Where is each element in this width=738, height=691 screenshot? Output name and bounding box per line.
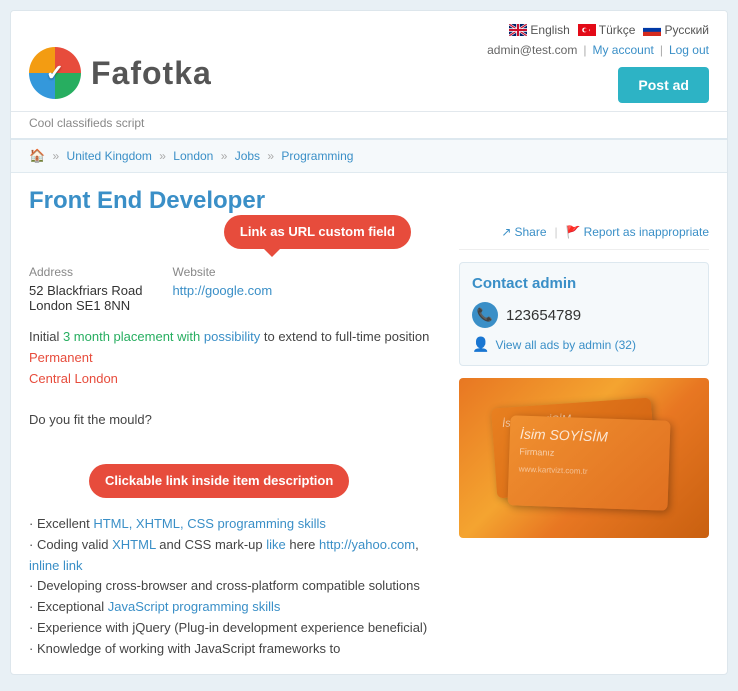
address-line1: 52 Blackfriars Road xyxy=(29,283,142,298)
website-link[interactable]: http://google.com xyxy=(172,283,272,298)
lang-turkish[interactable]: Türkçe xyxy=(578,23,636,37)
right-column: ↗ Share | 🚩 Report as inappropriate Cont… xyxy=(459,225,709,660)
website-label: Website xyxy=(172,265,272,279)
language-bar: English Türkçe xyxy=(509,23,709,37)
person-icon: 👤 xyxy=(472,336,489,353)
inline-link[interactable]: inline link xyxy=(29,558,82,573)
desc-skills2: · Coding valid XHTML and CSS mark-up lik… xyxy=(29,535,441,577)
home-icon[interactable]: 🏠 xyxy=(29,148,45,163)
bc-programming[interactable]: Programming xyxy=(281,149,353,163)
xhtml-link[interactable]: XHTML xyxy=(112,537,156,552)
desc-skills3: · Developing cross-browser and cross-pla… xyxy=(29,576,441,597)
clickable-link-bubble: Clickable link inside item description xyxy=(89,464,349,498)
tagline: Cool classifieds script xyxy=(11,112,727,140)
sep2: | xyxy=(660,43,663,57)
contact-phone: 📞 123654789 xyxy=(472,302,696,328)
header: English Türkçe xyxy=(11,11,727,112)
share-link[interactable]: ↗ Share xyxy=(501,225,546,239)
bc-london[interactable]: London xyxy=(173,149,213,163)
bc-uk[interactable]: United Kingdom xyxy=(67,149,152,163)
flag-uk-icon xyxy=(509,24,527,36)
my-account-link[interactable]: My account xyxy=(592,43,653,57)
lang-turkish-label: Türkçe xyxy=(599,23,636,37)
main-card: English Türkçe xyxy=(10,10,728,675)
card-image-area: İsim SOYİSİM İsim SOYİSİM Firmanız www.k… xyxy=(484,393,684,523)
address-line2: London SE1 8NN xyxy=(29,298,130,313)
card-front-text: İsim SOYİSİM Firmanız www.kartvizt.com.t… xyxy=(508,415,670,489)
desc-line3: Central London xyxy=(29,369,441,390)
two-col-layout: Link as URL custom field Address 52 Blac… xyxy=(29,225,709,660)
address-label: Address xyxy=(29,265,142,279)
contact-title: Contact admin xyxy=(472,275,696,292)
address-value: 52 Blackfriars Road London SE1 8NN xyxy=(29,283,142,313)
listing-image: İsim SOYİSİM İsim SOYİSİM Firmanız www.k… xyxy=(459,378,709,538)
action-bar: ↗ Share | 🚩 Report as inappropriate xyxy=(459,225,709,250)
desc-line1: Initial 3 month placement with possibili… xyxy=(29,327,441,348)
desc-skills1: · Excellent HTML, XHTML, CSS programming… xyxy=(29,514,441,535)
page-wrapper: English Türkçe xyxy=(0,0,738,685)
card-front: İsim SOYİSİM Firmanız www.kartvizt.com.t… xyxy=(507,415,670,511)
header-middle: Fafotka admin@test.com | My account | Lo… xyxy=(29,43,709,103)
header-right: admin@test.com | My account | Log out Po… xyxy=(487,43,709,103)
description: Initial 3 month placement with possibili… xyxy=(29,327,441,660)
contact-box: Contact admin 📞 123654789 👤 View all ads… xyxy=(459,262,709,366)
website-field: Website http://google.com xyxy=(172,265,272,313)
view-ads-link[interactable]: 👤 View all ads by admin (32) xyxy=(472,336,696,353)
header-top: English Türkçe xyxy=(29,23,709,37)
bc-sep: » xyxy=(53,149,63,163)
desc-line2: Permanent xyxy=(29,348,441,369)
listing-title: Front End Developer xyxy=(29,187,709,215)
logout-link[interactable]: Log out xyxy=(669,43,709,57)
phone-number: 123654789 xyxy=(506,307,581,324)
fields-row: Address 52 Blackfriars Road London SE1 8… xyxy=(29,265,441,313)
address-field: Address 52 Blackfriars Road London SE1 8… xyxy=(29,265,142,313)
report-link[interactable]: 🚩 Report as inappropriate xyxy=(566,225,709,239)
view-ads-label: View all ads by admin (32) xyxy=(495,338,636,352)
lang-english-label: English xyxy=(530,23,569,37)
post-ad-button[interactable]: Post ad xyxy=(618,67,709,103)
breadcrumb: 🏠 » United Kingdom » London » Jobs » Pro… xyxy=(11,140,727,173)
desc-skills4: · Exceptional JavaScript programming ski… xyxy=(29,597,441,618)
user-email: admin@test.com xyxy=(487,43,577,57)
logo-area: Fafotka xyxy=(29,47,212,99)
lang-english[interactable]: English xyxy=(509,23,569,37)
left-column: Link as URL custom field Address 52 Blac… xyxy=(29,225,441,660)
desc-skills6: · Knowledge of working with JavaScript f… xyxy=(29,639,441,660)
sep1: | xyxy=(583,43,586,57)
lang-russian[interactable]: Русский xyxy=(643,23,709,37)
user-bar: admin@test.com | My account | Log out xyxy=(487,43,709,57)
phone-icon: 📞 xyxy=(472,302,498,328)
action-sep: | xyxy=(555,225,558,239)
share-label: Share xyxy=(514,225,546,239)
clickable-bubble-wrapper: Clickable link inside item description xyxy=(29,456,441,506)
website-value: http://google.com xyxy=(172,283,272,298)
content-area: Front End Developer Link as URL custom f… xyxy=(11,173,727,674)
flag-tr-icon xyxy=(578,24,596,36)
site-name: Fafotka xyxy=(91,55,212,92)
share-icon: ↗ xyxy=(501,225,511,239)
desc-skills5: · Experience with jQuery (Plug-in develo… xyxy=(29,618,441,639)
bc-jobs[interactable]: Jobs xyxy=(235,149,260,163)
flag-icon: 🚩 xyxy=(566,225,581,239)
report-label: Report as inappropriate xyxy=(584,225,709,239)
yahoo-link[interactable]: http://yahoo.com xyxy=(319,537,415,552)
desc-line4: Do you fit the mould? xyxy=(29,410,441,431)
logo-icon xyxy=(29,47,81,99)
lang-russian-label: Русский xyxy=(664,23,709,37)
url-annotation-bubble: Link as URL custom field xyxy=(224,215,411,249)
flag-ru-icon xyxy=(643,24,661,36)
